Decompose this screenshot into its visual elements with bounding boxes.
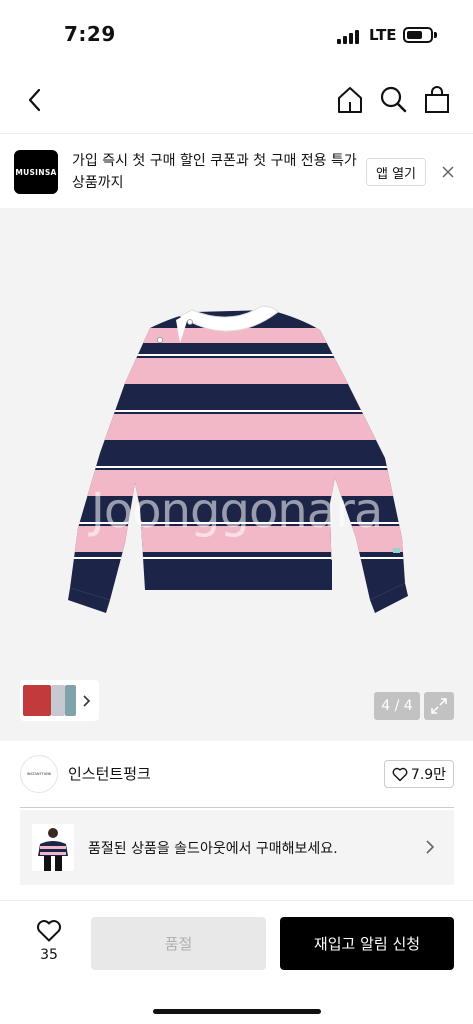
expand-icon xyxy=(431,698,447,714)
thumbnail-3[interactable] xyxy=(65,685,76,716)
status-bar: 7:29 LTE xyxy=(0,0,473,70)
product-image[interactable]: Joonggonara 4 / 4 xyxy=(0,208,473,741)
battery-icon xyxy=(403,27,433,43)
network-label: LTE xyxy=(369,26,397,44)
banner-message: 가입 즉시 첫 구매 할인 쿠폰과 첫 구매 전용 특가 상품까지 xyxy=(72,153,357,191)
search-icon[interactable] xyxy=(377,84,409,116)
status-time: 7:29 xyxy=(64,22,116,46)
model-thumbnail xyxy=(32,824,74,871)
striped-sweatshirt-illustration xyxy=(68,305,408,613)
watermark: Joonggonara xyxy=(90,483,384,539)
musinsa-logo: MUSINSA xyxy=(14,150,58,194)
home-icon[interactable] xyxy=(334,84,366,116)
open-app-button[interactable]: 앱 열기 xyxy=(366,158,426,186)
shopping-bag-icon[interactable] xyxy=(421,84,453,116)
chevron-right-icon xyxy=(426,840,435,854)
brand-logo[interactable]: INSTANTFUNK xyxy=(20,755,58,793)
soldout-notice-text: 품절된 상품을 솔드아웃에서 구매해보세요. xyxy=(88,841,338,857)
brand-name[interactable]: 인스턴트펑크 xyxy=(68,763,151,784)
bottom-action-bar: 35 품절 재입고 알림 신청 xyxy=(0,900,473,1024)
chevron-right-icon xyxy=(83,695,91,707)
heart-icon[interactable] xyxy=(36,919,62,943)
thumbnail-2[interactable] xyxy=(51,685,65,716)
back-icon[interactable] xyxy=(20,84,52,116)
wish-count: 35 xyxy=(40,947,58,963)
brand-row: INSTANTFUNK 인스턴트펑크 7.9만 xyxy=(0,741,473,807)
restock-alert-button[interactable]: 재입고 알림 신청 xyxy=(280,917,454,970)
image-counter: 4 / 4 xyxy=(374,692,420,720)
home-indicator xyxy=(153,1009,321,1014)
app-install-banner: MUSINSA 가입 즉시 첫 구매 할인 쿠폰과 첫 구매 전용 특가 상품까… xyxy=(0,134,473,208)
navigation-bar xyxy=(0,70,473,186)
close-icon[interactable] xyxy=(440,164,456,180)
soldout-button: 품절 xyxy=(91,917,266,970)
divider xyxy=(20,807,454,808)
expand-button[interactable] xyxy=(424,692,454,720)
brand-like-button[interactable]: 7.9만 xyxy=(384,760,454,788)
thumbnail-1[interactable] xyxy=(23,685,51,716)
brand-like-count: 7.9만 xyxy=(410,767,447,783)
heart-icon xyxy=(392,767,408,781)
thumbnail-strip[interactable] xyxy=(20,680,99,721)
soldout-notice-card[interactable]: 품절된 상품을 솔드아웃에서 구매해보세요. xyxy=(20,810,454,885)
signal-icon xyxy=(337,28,361,44)
